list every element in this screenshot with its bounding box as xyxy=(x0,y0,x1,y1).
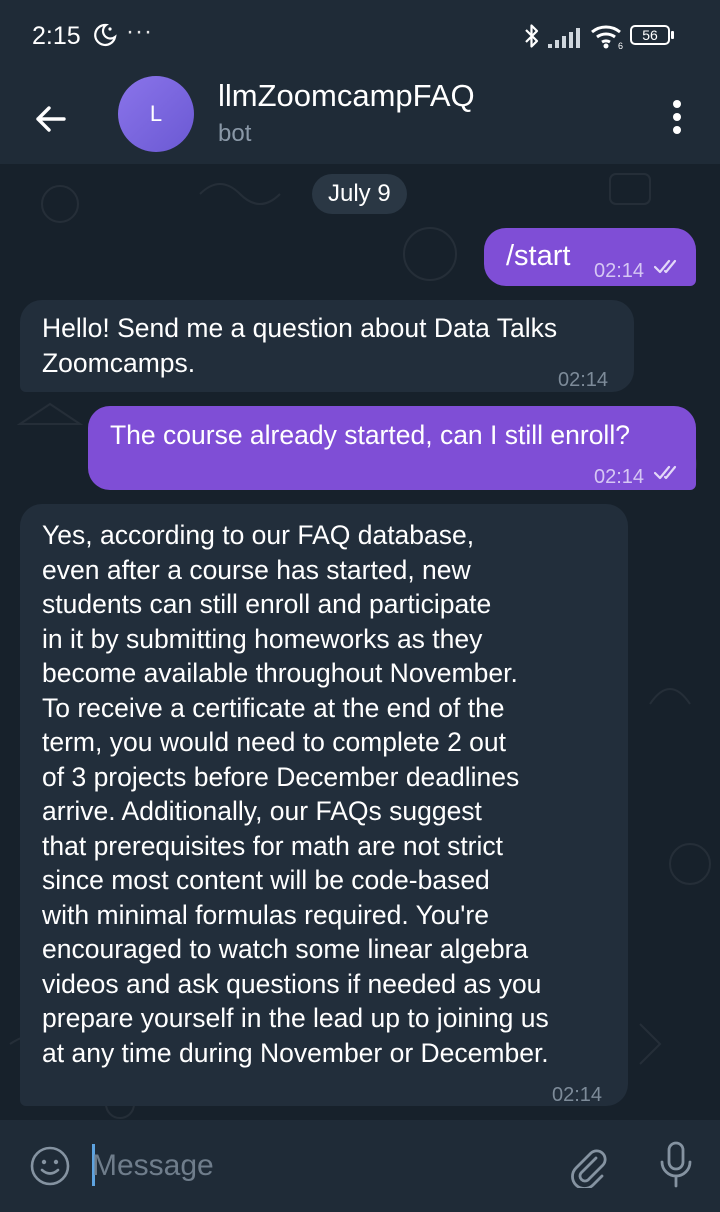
signal-icon xyxy=(548,28,580,48)
bluetooth-icon xyxy=(525,24,539,48)
battery-icon: 56 xyxy=(630,25,674,47)
message-line: with minimal formulas required. You're xyxy=(42,899,489,930)
message-line: encouraged to watch some linear algebra xyxy=(42,934,529,964)
date-separator: July 9 xyxy=(312,174,407,214)
message-line: that prerequisites for math are not stri… xyxy=(42,830,504,861)
chat-title[interactable]: llmZoomcampFAQ xyxy=(218,78,475,114)
avatar-initial: L xyxy=(149,101,163,126)
message-line: of 3 projects before December deadlines xyxy=(42,761,520,792)
outgoing-message[interactable]: /start 02:14 xyxy=(484,228,696,286)
emoji-icon[interactable] xyxy=(28,1144,72,1188)
message-line: students can still enroll and participat… xyxy=(42,589,492,619)
message-line: become available throughout November. xyxy=(42,658,518,688)
avatar[interactable]: L xyxy=(118,76,194,152)
attach-icon[interactable] xyxy=(566,1144,610,1188)
message-line: term, you would need to complete 2 out xyxy=(42,727,507,757)
chat-header: L llmZoomcampFAQ bot xyxy=(0,72,720,164)
message-text: Hello! Send me a question about Data Tal… xyxy=(42,311,557,380)
message-text: The course already started, can I still … xyxy=(110,420,630,450)
wifi-icon: 6 xyxy=(591,25,623,50)
message-line: prepare yourself in the lead up to joini… xyxy=(42,1003,549,1033)
wifi-badge: 6 xyxy=(618,41,623,50)
double-check-icon xyxy=(654,465,677,480)
message-line: arrive. Additionally, our FAQs suggest xyxy=(42,796,482,826)
message-list[interactable]: July 9 /start 02:14 Hello! Send me a que… xyxy=(0,164,720,1120)
message-line: in it by submitting homeworks as they xyxy=(42,623,483,654)
message-time: 02:14 xyxy=(594,466,645,488)
message-text: /start xyxy=(506,240,571,272)
outgoing-message[interactable]: The course already started, can I still … xyxy=(88,406,696,490)
message-time: 02:14 xyxy=(552,1084,603,1106)
back-arrow-icon[interactable] xyxy=(28,96,74,142)
battery-level: 56 xyxy=(630,25,670,45)
status-more-dots: ··· xyxy=(126,18,153,45)
more-vertical-icon[interactable] xyxy=(664,94,690,140)
message-line: at any time during November or December. xyxy=(42,1037,549,1068)
message-line: Hello! Send me a question about Data Tal… xyxy=(42,313,558,343)
status-bar: 2:15 ··· 6 56 xyxy=(0,0,720,72)
message-text: Yes, according to our FAQ database, even… xyxy=(42,518,549,1070)
moon-icon xyxy=(94,23,117,47)
incoming-message[interactable]: Yes, according to our FAQ database, even… xyxy=(20,504,628,1106)
microphone-icon[interactable] xyxy=(658,1140,694,1190)
double-check-icon xyxy=(654,259,677,274)
message-time: 02:14 xyxy=(594,260,645,282)
message-input[interactable] xyxy=(92,1142,532,1190)
message-line: Zoomcamps. xyxy=(42,347,196,378)
message-composer xyxy=(0,1120,720,1212)
message-line: videos and ask questions if needed as yo… xyxy=(42,968,542,999)
chat-subtitle: bot xyxy=(218,120,252,147)
message-line: To receive a certificate at the end of t… xyxy=(42,692,505,723)
incoming-message[interactable]: Hello! Send me a question about Data Tal… xyxy=(20,300,634,392)
message-line: since most content will be code-based xyxy=(42,865,490,895)
message-time: 02:14 xyxy=(558,369,609,391)
message-line: Yes, according to our FAQ database, xyxy=(42,520,475,550)
message-line: even after a course has started, new xyxy=(42,554,471,585)
status-time: 2:15 xyxy=(32,22,81,50)
